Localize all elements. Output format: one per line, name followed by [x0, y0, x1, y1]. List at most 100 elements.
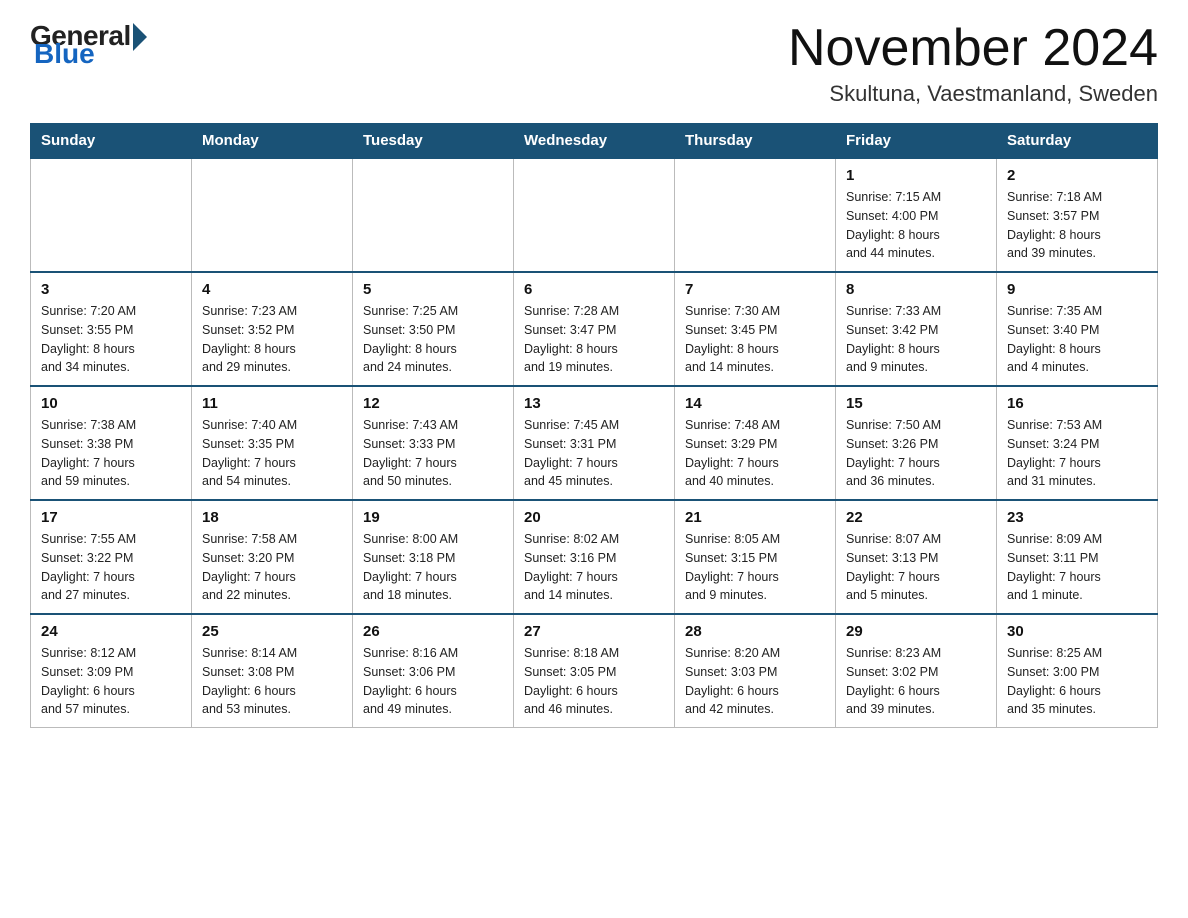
calendar-cell: 3Sunrise: 7:20 AM Sunset: 3:55 PM Daylig… [31, 272, 192, 386]
day-number: 8 [846, 281, 986, 298]
day-info: Sunrise: 7:43 AM Sunset: 3:33 PM Dayligh… [363, 416, 503, 491]
calendar-cell: 8 Sunrise: 7:33 AM Sunset: 3:42 PM Daylig… [836, 272, 997, 386]
calendar-cell: 29 Sunrise: 8:23 AM Sunset: 3:02 PM Dayli… [836, 614, 997, 728]
day-number: 30 [1007, 623, 1147, 640]
calendar-cell: 26 Sunrise: 8:16 AM Sunset: 3:06 PM Dayli… [353, 614, 514, 728]
day-info: Sunrise: 7:23 AM Sunset: 3:52 PM Dayligh… [202, 302, 342, 377]
day-info: Sunrise: 8:18 AM Sunset: 3:05 PM Dayligh… [524, 644, 664, 719]
calendar-cell: 7 Sunrise: 7:30 AM Sunset: 3:45 PM Daylig… [675, 272, 836, 386]
calendar-cell: 5Sunrise: 7:25 AM Sunset: 3:50 PM Daylig… [353, 272, 514, 386]
calendar-cell: 24 Sunrise: 8:12 AM Sunset: 3:09 PM Dayli… [31, 614, 192, 728]
calendar-cell: 12Sunrise: 7:43 AM Sunset: 3:33 PM Dayli… [353, 386, 514, 500]
day-number: 21 [685, 509, 825, 526]
weekday-header-friday: Friday [836, 124, 997, 159]
day-number: 29 [846, 623, 986, 640]
day-info: Sunrise: 8:12 AM Sunset: 3:09 PM Dayligh… [41, 644, 181, 719]
day-info: Sunrise: 7:18 AM Sunset: 3:57 PM Dayligh… [1007, 188, 1147, 263]
calendar-cell: 16 Sunrise: 7:53 AM Sunset: 3:24 PM Dayli… [997, 386, 1158, 500]
calendar-cell: 27 Sunrise: 8:18 AM Sunset: 3:05 PM Dayli… [514, 614, 675, 728]
logo-blue-text: Blue [34, 38, 95, 70]
day-number: 10 [41, 395, 181, 412]
day-info: Sunrise: 7:53 AM Sunset: 3:24 PM Dayligh… [1007, 416, 1147, 491]
day-number: 23 [1007, 509, 1147, 526]
calendar-table: SundayMondayTuesdayWednesdayThursdayFrid… [30, 123, 1158, 728]
day-info: Sunrise: 8:14 AM Sunset: 3:08 PM Dayligh… [202, 644, 342, 719]
calendar-cell: 30 Sunrise: 8:25 AM Sunset: 3:00 PM Dayli… [997, 614, 1158, 728]
day-info: Sunrise: 8:02 AM Sunset: 3:16 PM Dayligh… [524, 530, 664, 605]
calendar-cell [675, 158, 836, 272]
calendar-cell: 1 Sunrise: 7:15 AM Sunset: 4:00 PM Daylig… [836, 158, 997, 272]
day-info: Sunrise: 8:20 AM Sunset: 3:03 PM Dayligh… [685, 644, 825, 719]
day-info: Sunrise: 8:16 AM Sunset: 3:06 PM Dayligh… [363, 644, 503, 719]
day-number: 16 [1007, 395, 1147, 412]
calendar-cell: 20 Sunrise: 8:02 AM Sunset: 3:16 PM Dayli… [514, 500, 675, 614]
day-info: Sunrise: 8:09 AM Sunset: 3:11 PM Dayligh… [1007, 530, 1147, 605]
day-number: 22 [846, 509, 986, 526]
day-info: Sunrise: 8:07 AM Sunset: 3:13 PM Dayligh… [846, 530, 986, 605]
calendar-cell: 6 Sunrise: 7:28 AM Sunset: 3:47 PM Daylig… [514, 272, 675, 386]
calendar-cell: 22 Sunrise: 8:07 AM Sunset: 3:13 PM Dayli… [836, 500, 997, 614]
day-info: Sunrise: 7:28 AM Sunset: 3:47 PM Dayligh… [524, 302, 664, 377]
day-number: 27 [524, 623, 664, 640]
calendar-cell: 14Sunrise: 7:48 AM Sunset: 3:29 PM Dayli… [675, 386, 836, 500]
weekday-header-tuesday: Tuesday [353, 124, 514, 159]
day-info: Sunrise: 7:50 AM Sunset: 3:26 PM Dayligh… [846, 416, 986, 491]
weekday-header-saturday: Saturday [997, 124, 1158, 159]
day-number: 26 [363, 623, 503, 640]
day-number: 2 [1007, 167, 1147, 184]
weekday-header-wednesday: Wednesday [514, 124, 675, 159]
calendar-cell [514, 158, 675, 272]
day-number: 6 [524, 281, 664, 298]
calendar-week-row: 10 Sunrise: 7:38 AM Sunset: 3:38 PM Dayli… [31, 386, 1158, 500]
day-info: Sunrise: 7:58 AM Sunset: 3:20 PM Dayligh… [202, 530, 342, 605]
day-info: Sunrise: 7:33 AM Sunset: 3:42 PM Dayligh… [846, 302, 986, 377]
day-info: Sunrise: 7:30 AM Sunset: 3:45 PM Dayligh… [685, 302, 825, 377]
logo-arrow-icon [133, 23, 147, 51]
day-number: 5 [363, 281, 503, 298]
calendar-header-row: SundayMondayTuesdayWednesdayThursdayFrid… [31, 124, 1158, 159]
calendar-cell: 25 Sunrise: 8:14 AM Sunset: 3:08 PM Dayli… [192, 614, 353, 728]
day-info: Sunrise: 8:25 AM Sunset: 3:00 PM Dayligh… [1007, 644, 1147, 719]
day-number: 20 [524, 509, 664, 526]
calendar-cell: 19 Sunrise: 8:00 AM Sunset: 3:18 PM Dayli… [353, 500, 514, 614]
day-info: Sunrise: 7:40 AM Sunset: 3:35 PM Dayligh… [202, 416, 342, 491]
calendar-cell: 18Sunrise: 7:58 AM Sunset: 3:20 PM Dayli… [192, 500, 353, 614]
main-title: November 2024 [788, 20, 1158, 77]
day-info: Sunrise: 8:23 AM Sunset: 3:02 PM Dayligh… [846, 644, 986, 719]
day-number: 25 [202, 623, 342, 640]
day-number: 1 [846, 167, 986, 184]
subtitle: Skultuna, Vaestmanland, Sweden [788, 81, 1158, 107]
day-number: 24 [41, 623, 181, 640]
calendar-week-row: 1 Sunrise: 7:15 AM Sunset: 4:00 PM Daylig… [31, 158, 1158, 272]
weekday-header-thursday: Thursday [675, 124, 836, 159]
day-info: Sunrise: 7:35 AM Sunset: 3:40 PM Dayligh… [1007, 302, 1147, 377]
day-number: 15 [846, 395, 986, 412]
day-number: 28 [685, 623, 825, 640]
day-number: 14 [685, 395, 825, 412]
calendar-cell: 21Sunrise: 8:05 AM Sunset: 3:15 PM Dayli… [675, 500, 836, 614]
day-number: 7 [685, 281, 825, 298]
page-header: General Blue November 2024 Skultuna, Vae… [30, 20, 1158, 107]
day-number: 9 [1007, 281, 1147, 298]
logo: General Blue [30, 20, 147, 70]
day-number: 3 [41, 281, 181, 298]
calendar-cell [353, 158, 514, 272]
day-info: Sunrise: 7:45 AM Sunset: 3:31 PM Dayligh… [524, 416, 664, 491]
calendar-cell: 11 Sunrise: 7:40 AM Sunset: 3:35 PM Dayli… [192, 386, 353, 500]
weekday-header-sunday: Sunday [31, 124, 192, 159]
day-number: 17 [41, 509, 181, 526]
day-info: Sunrise: 7:38 AM Sunset: 3:38 PM Dayligh… [41, 416, 181, 491]
calendar-cell: 2 Sunrise: 7:18 AM Sunset: 3:57 PM Daylig… [997, 158, 1158, 272]
day-number: 13 [524, 395, 664, 412]
calendar-cell: 10 Sunrise: 7:38 AM Sunset: 3:38 PM Dayli… [31, 386, 192, 500]
day-info: Sunrise: 7:55 AM Sunset: 3:22 PM Dayligh… [41, 530, 181, 605]
day-number: 11 [202, 395, 342, 412]
calendar-cell: 15 Sunrise: 7:50 AM Sunset: 3:26 PM Dayli… [836, 386, 997, 500]
calendar-cell [192, 158, 353, 272]
day-number: 4 [202, 281, 342, 298]
day-number: 19 [363, 509, 503, 526]
calendar-week-row: 17 Sunrise: 7:55 AM Sunset: 3:22 PM Dayli… [31, 500, 1158, 614]
day-info: Sunrise: 7:15 AM Sunset: 4:00 PM Dayligh… [846, 188, 986, 263]
calendar-week-row: 24 Sunrise: 8:12 AM Sunset: 3:09 PM Dayli… [31, 614, 1158, 728]
day-info: Sunrise: 8:00 AM Sunset: 3:18 PM Dayligh… [363, 530, 503, 605]
